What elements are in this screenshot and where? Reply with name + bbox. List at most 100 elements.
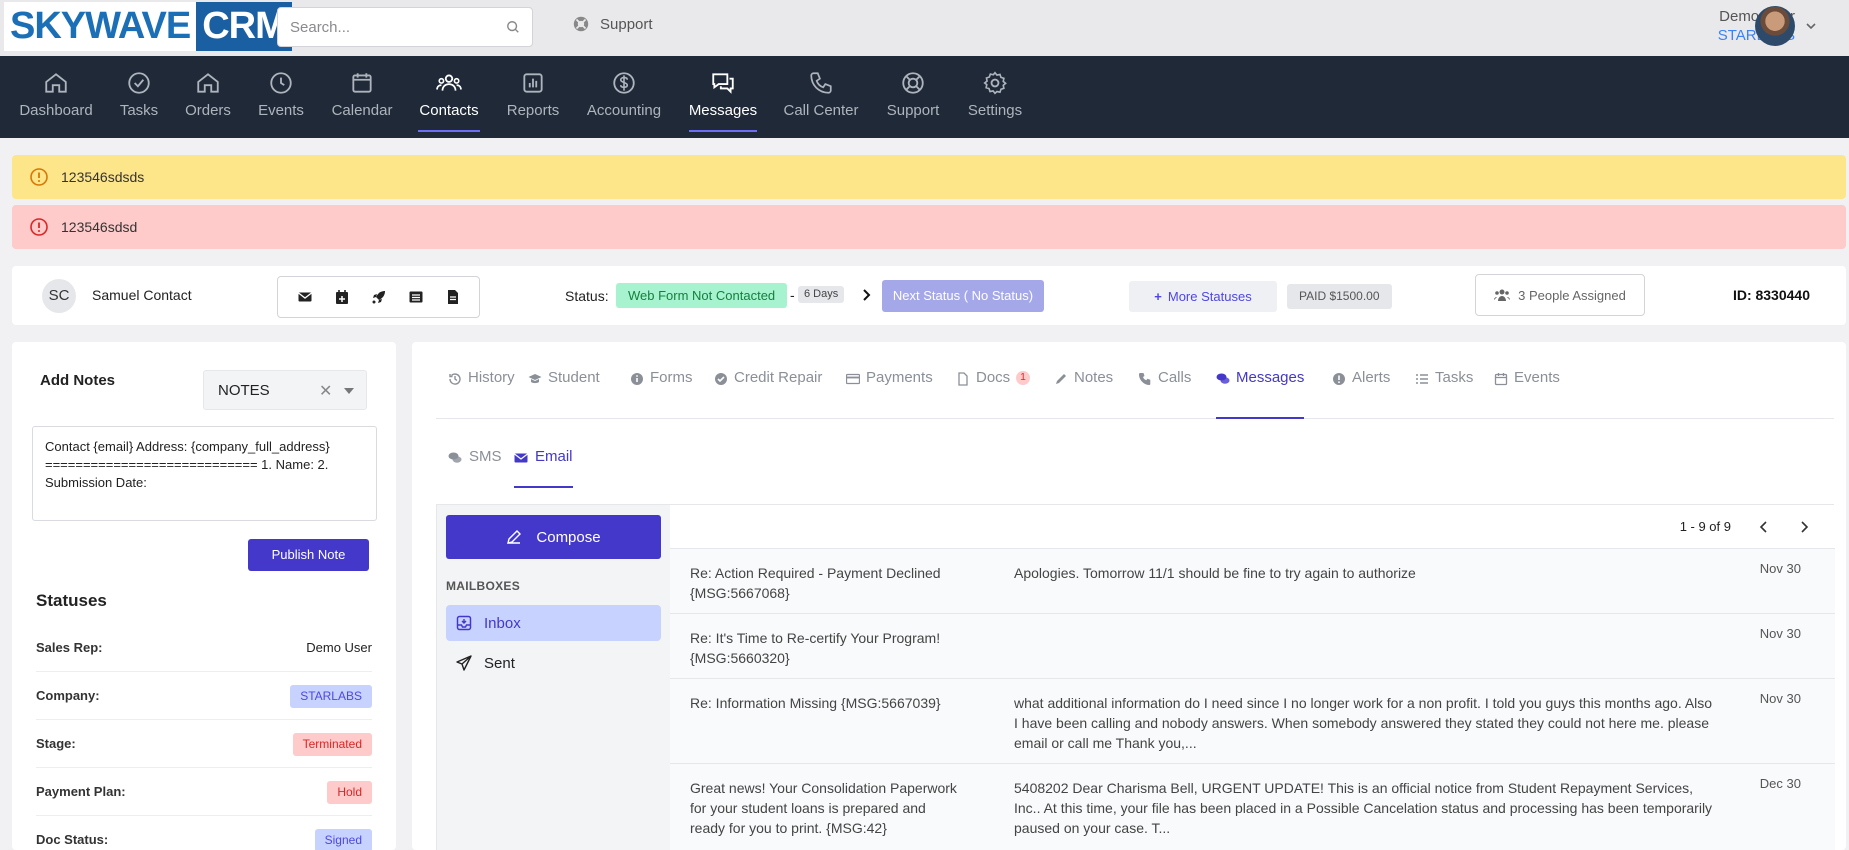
- search-icon[interactable]: [506, 20, 520, 34]
- status-row-stage: Stage: Terminated: [36, 720, 372, 768]
- status-badge[interactable]: Hold: [327, 781, 372, 804]
- top-bar: SKYWAVE CRM Support Demo User STARLABS: [0, 0, 1849, 56]
- notes-type-select[interactable]: NOTES ✕: [203, 370, 367, 410]
- tab-docs[interactable]: Docs 1: [956, 369, 1030, 419]
- nav-events[interactable]: Events: [258, 56, 304, 138]
- calendar-icon: [1494, 373, 1508, 386]
- nav-settings[interactable]: Settings: [966, 56, 1024, 138]
- nav-calendar[interactable]: Calendar: [331, 56, 393, 138]
- status-key: Sales Rep:: [36, 640, 103, 655]
- message-subject: Re: Information Missing {MSG:5667039}: [690, 695, 941, 711]
- status-badge[interactable]: STARLABS: [290, 685, 372, 708]
- calendar-plus-icon[interactable]: [334, 289, 350, 305]
- message-row[interactable]: Re: Information Missing {MSG:5667039} wh…: [670, 679, 1835, 764]
- tab-alerts[interactable]: Alerts: [1332, 369, 1390, 419]
- contact-id: ID: 8330440: [1732, 287, 1810, 303]
- nav-call-center[interactable]: Call Center: [783, 56, 859, 138]
- nav-support[interactable]: Support: [885, 56, 941, 138]
- error-icon: [30, 218, 48, 236]
- nav-reports[interactable]: Reports: [506, 56, 560, 138]
- message-row[interactable]: Great news! Your Consolidation Paperwork…: [670, 764, 1835, 850]
- chevron-left-icon[interactable]: [1757, 520, 1771, 534]
- more-statuses-button[interactable]: + More Statuses: [1129, 281, 1277, 312]
- people-assigned-button[interactable]: 3 People Assigned: [1475, 274, 1645, 316]
- tab-label: Events: [1514, 369, 1560, 386]
- clear-icon[interactable]: ✕: [319, 381, 332, 401]
- tab-label: Calls: [1158, 369, 1192, 386]
- notes-textarea[interactable]: Contact {email} Address: {company_full_a…: [32, 426, 377, 521]
- gear-icon: [983, 71, 1007, 95]
- status-label: Status:: [565, 288, 609, 304]
- document-icon[interactable]: [445, 289, 461, 305]
- status-row-sales-rep: Sales Rep: Demo User: [36, 624, 372, 672]
- chevron-down-icon[interactable]: [1805, 20, 1817, 32]
- support-link[interactable]: Support: [572, 15, 653, 33]
- tab-events[interactable]: Events: [1494, 369, 1560, 419]
- contact-name[interactable]: Samuel Contact: [92, 287, 192, 303]
- pager: 1 - 9 of 9: [670, 505, 1835, 549]
- subtab-sms[interactable]: SMS: [448, 448, 502, 488]
- tab-bar: History Student Forms Credit Repair Paym…: [436, 342, 1834, 419]
- history-icon: [449, 373, 461, 385]
- tab-notes[interactable]: Notes: [1054, 369, 1113, 419]
- nav-label: Support: [886, 102, 940, 119]
- tab-credit-repair[interactable]: Credit Repair: [714, 369, 822, 419]
- tab-tasks[interactable]: Tasks: [1415, 369, 1473, 419]
- subtab-email[interactable]: Email: [514, 448, 573, 488]
- email-icon[interactable]: [297, 289, 313, 305]
- tab-label: History: [468, 369, 515, 386]
- tab-label: Forms: [650, 369, 693, 386]
- message-row[interactable]: Re: It's Time to Re-certify Your Program…: [670, 614, 1835, 679]
- list-icon[interactable]: [408, 289, 424, 305]
- message-preview: Apologies. Tomorrow 11/1 should be fine …: [1014, 565, 1416, 581]
- credit-card-icon: [846, 373, 860, 385]
- search-input[interactable]: [278, 8, 488, 46]
- error-text: 123546sdsd: [61, 219, 138, 235]
- status-badge[interactable]: Terminated: [292, 733, 372, 756]
- tab-forms[interactable]: Forms: [630, 369, 693, 419]
- nav-dashboard[interactable]: Dashboard: [19, 56, 93, 138]
- home-icon: [197, 73, 219, 93]
- nav-orders[interactable]: Orders: [185, 56, 231, 138]
- main-nav: Dashboard Tasks Orders Events Calendar C…: [0, 56, 1849, 138]
- tab-payments[interactable]: Payments: [846, 369, 933, 419]
- status-key: Doc Status:: [36, 832, 109, 847]
- chat-icon: [448, 452, 462, 463]
- chevron-right-icon[interactable]: [1797, 520, 1811, 534]
- warning-alert: 123546sdsds: [12, 155, 1846, 199]
- envelope-icon: [514, 453, 528, 463]
- more-statuses-label: More Statuses: [1167, 289, 1252, 304]
- tab-label: Alerts: [1352, 369, 1391, 386]
- nav-tasks[interactable]: Tasks: [117, 56, 161, 138]
- message-subject: Re: It's Time to Re-certify Your Program…: [690, 630, 941, 666]
- message-row[interactable]: Re: Action Required - Payment Declined {…: [670, 549, 1835, 614]
- tab-student[interactable]: Student: [528, 369, 600, 419]
- calendar-icon: [352, 73, 372, 93]
- tab-messages[interactable]: Messages: [1216, 369, 1305, 419]
- status-badge[interactable]: Signed: [314, 829, 372, 850]
- mailbox-sent[interactable]: Sent: [446, 645, 661, 681]
- message-date: Nov 30: [1759, 561, 1801, 576]
- next-status-button[interactable]: Next Status ( No Status): [882, 280, 1044, 312]
- publish-note-button[interactable]: Publish Note: [248, 539, 369, 571]
- document-icon: [958, 372, 968, 386]
- status-badge[interactable]: Web Form Not Contacted: [616, 283, 788, 308]
- avatar[interactable]: [1755, 6, 1795, 46]
- phone-icon: [1139, 373, 1151, 385]
- mailbox: Compose MAILBOXES Inbox Sent 1 - 9 of 9 …: [436, 504, 1835, 850]
- nav-contacts[interactable]: Contacts: [418, 56, 480, 138]
- compose-button[interactable]: Compose: [446, 515, 661, 559]
- caret-down-icon[interactable]: [344, 388, 354, 394]
- logo[interactable]: SKYWAVE CRM: [4, 2, 292, 51]
- message-preview: what additional information do I need si…: [1014, 695, 1713, 751]
- message-preview: 5408202 Dear Charisma Bell, URGENT UPDAT…: [1014, 780, 1713, 836]
- nav-messages[interactable]: Messages: [689, 56, 757, 138]
- tab-history[interactable]: History: [448, 369, 515, 419]
- nav-label: Dashboard: [19, 102, 93, 119]
- tab-calls[interactable]: Calls: [1138, 369, 1191, 419]
- phone-icon: [810, 72, 832, 94]
- mailbox-inbox[interactable]: Inbox: [446, 605, 661, 641]
- rocket-icon[interactable]: [371, 289, 387, 305]
- message-date: Dec 30: [1759, 776, 1801, 791]
- nav-accounting[interactable]: Accounting: [584, 56, 664, 138]
